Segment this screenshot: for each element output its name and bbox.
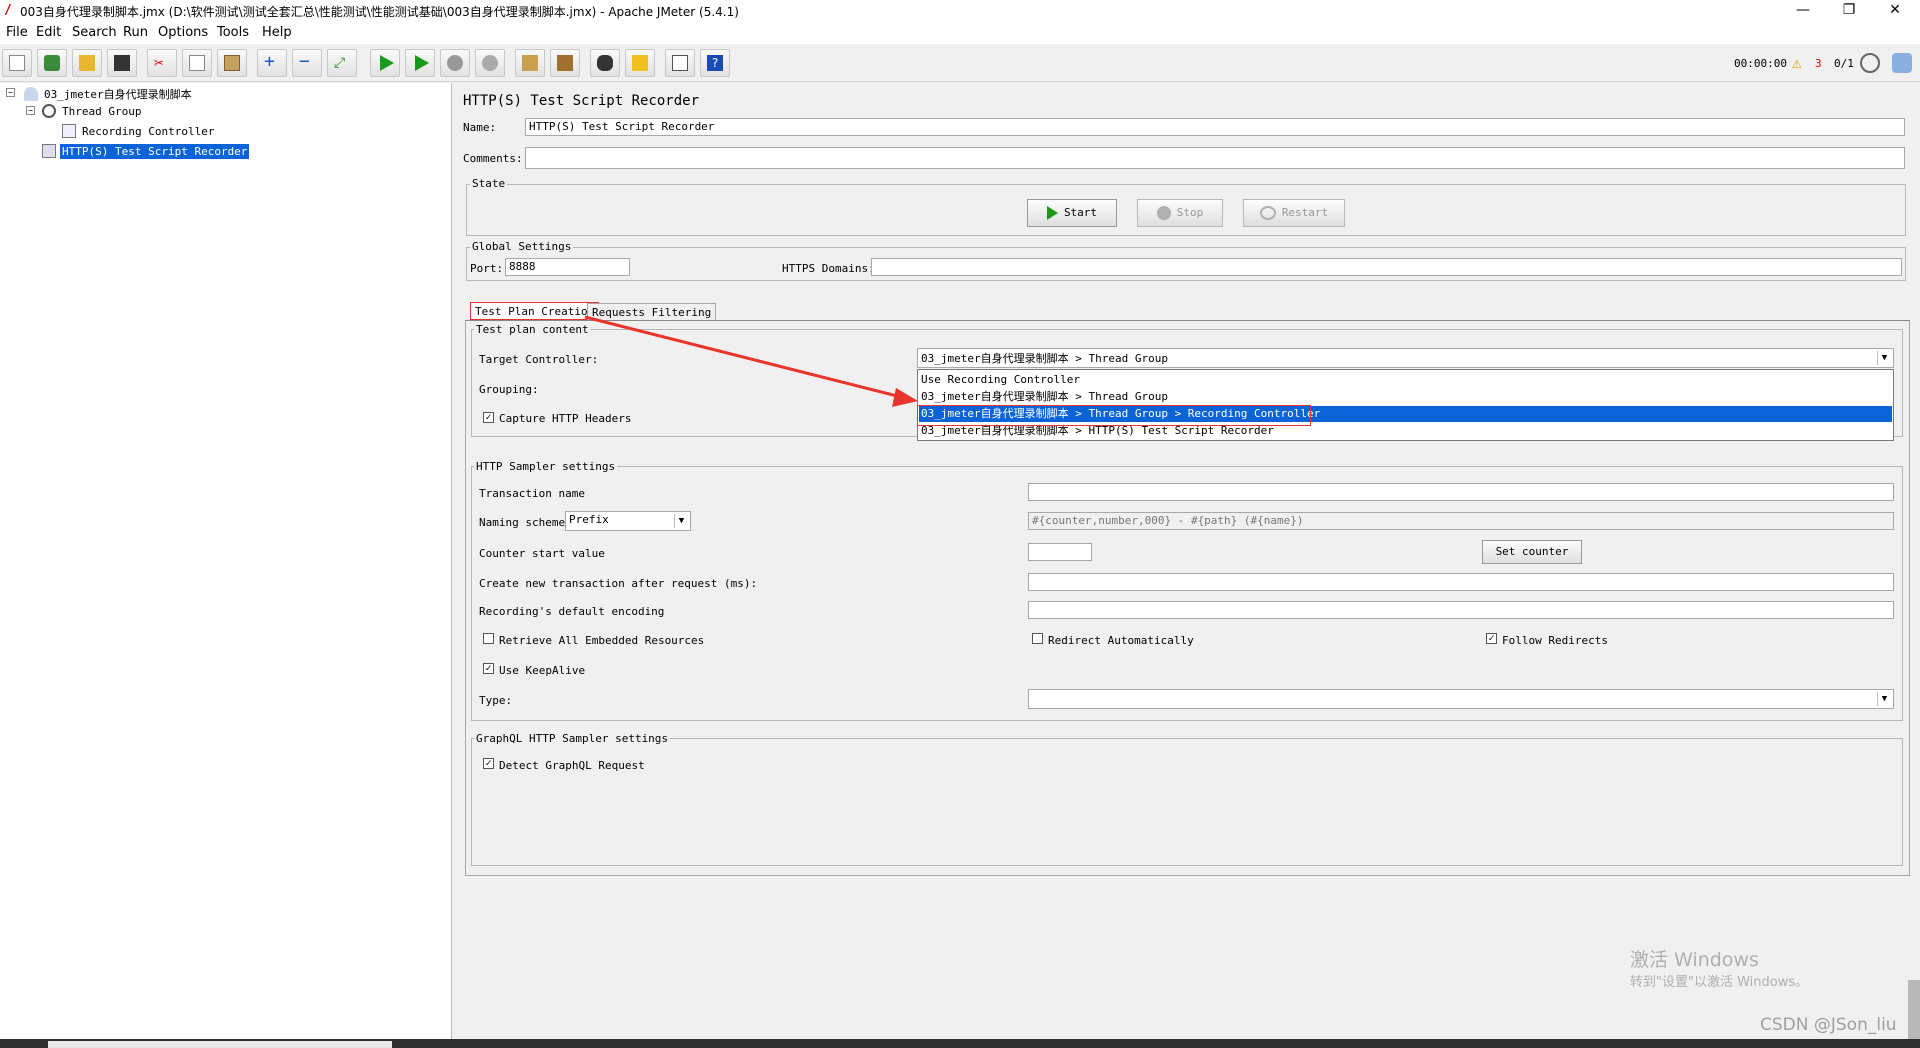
annotation-arrow-head — [892, 388, 918, 407]
annotation-arrow — [584, 315, 918, 407]
annotation-arrow-line — [584, 315, 906, 400]
bottom-bar — [0, 1039, 1920, 1048]
horizontal-scrollbar[interactable] — [48, 1041, 392, 1048]
vertical-scrollbar[interactable] — [1908, 980, 1920, 1039]
